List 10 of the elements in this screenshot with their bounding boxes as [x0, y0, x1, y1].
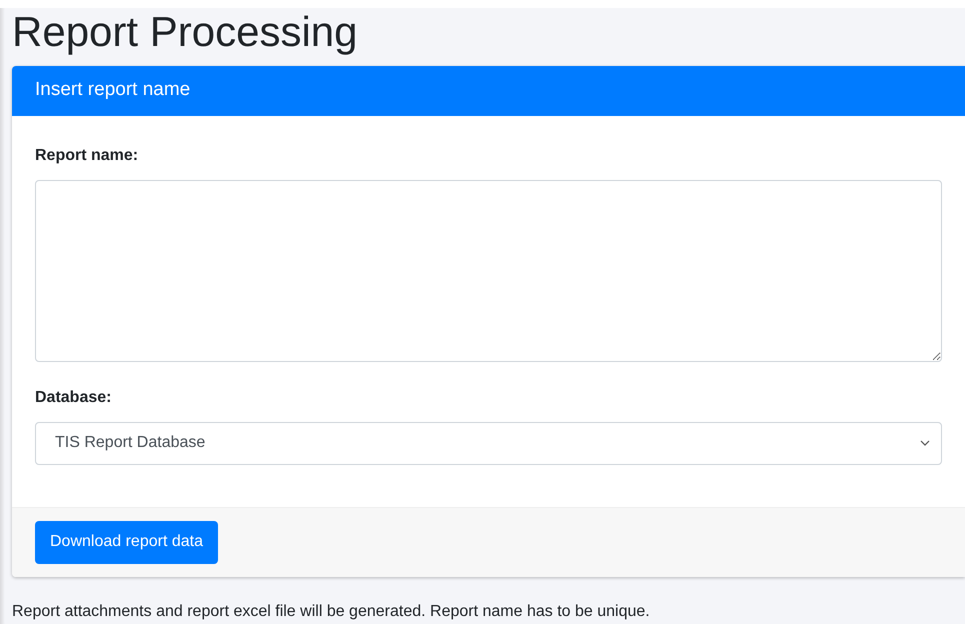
download-button[interactable]: Download report data — [35, 520, 218, 564]
chevron-down-icon — [920, 440, 930, 446]
info-text: Report attachments and report excel file will be generated. Report name has to be unique. — [11, 602, 651, 622]
card-header-title: Insert report name — [35, 78, 190, 102]
database-select[interactable]: TIS Report Database — [35, 422, 942, 465]
field-label: Database: — [35, 388, 112, 408]
select-value: TIS Report Database — [55, 433, 206, 454]
report-name-field[interactable] — [35, 180, 942, 362]
field-label: Report name: — [35, 146, 140, 166]
page-title: Report Processing — [11, 8, 358, 57]
